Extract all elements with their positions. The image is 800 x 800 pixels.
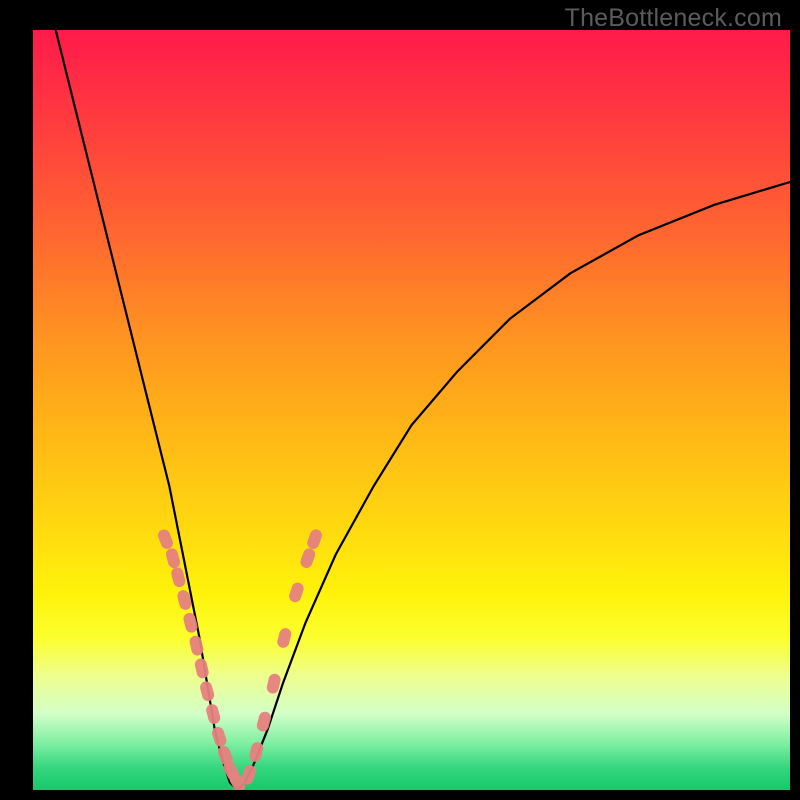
marker-bead: [299, 547, 317, 570]
marker-bead: [199, 680, 216, 702]
marker-bead: [182, 612, 199, 634]
bottleneck-curve: [33, 30, 790, 790]
marker-bead: [288, 581, 306, 604]
marker-bead: [194, 657, 210, 679]
marker-bead: [205, 703, 222, 725]
chart-frame: TheBottleneck.com: [33, 0, 790, 790]
marker-bead: [256, 710, 273, 732]
left-branch-dots: [156, 528, 247, 790]
marker-bead: [306, 528, 324, 551]
marker-bead: [276, 627, 293, 649]
marker-bead: [210, 725, 228, 748]
right-branch-dots: [240, 528, 324, 786]
marker-bead: [170, 566, 187, 588]
marker-bead: [165, 547, 182, 569]
curve-line: [56, 30, 790, 790]
plot-area: [33, 30, 790, 790]
watermark-text: TheBottleneck.com: [565, 4, 782, 33]
marker-bead: [156, 528, 175, 551]
